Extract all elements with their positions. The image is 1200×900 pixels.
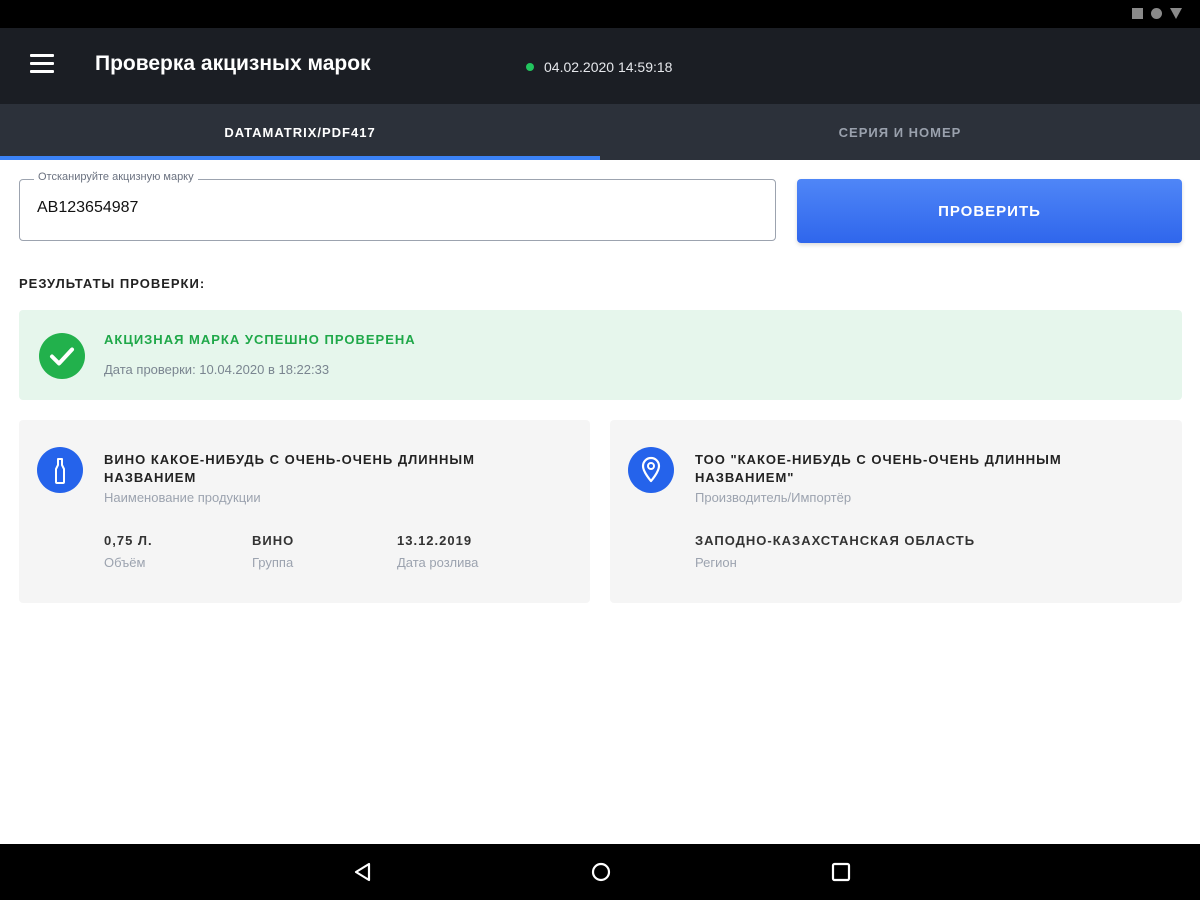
online-status-dot: [526, 63, 534, 71]
notification-icon: [1132, 8, 1143, 19]
product-group: ВИНО: [252, 533, 295, 548]
current-datetime: 04.02.2020 14:59:18: [544, 59, 673, 75]
product-name: ВИНО КАКОЕ-НИБУДЬ С ОЧЕНЬ-ОЧЕНЬ ДЛИННЫМ …: [104, 452, 475, 485]
location-pin-icon: [628, 447, 674, 493]
producer-region-label: Регион: [695, 555, 737, 570]
product-volume-label: Объём: [104, 555, 146, 570]
excise-stamp-field-label: Отсканируйте акцизную марку: [34, 171, 198, 183]
product-card: ВИНО КАКОЕ-НИБУДЬ С ОЧЕНЬ-ОЧЕНЬ ДЛИННЫМ …: [19, 420, 590, 603]
back-triangle-icon[interactable]: [351, 860, 375, 884]
success-panel: АКЦИЗНАЯ МАРКА УСПЕШНО ПРОВЕРЕНА Дата пр…: [19, 310, 1182, 400]
battery-icon: [1170, 8, 1182, 19]
signal-icon: [1151, 8, 1162, 19]
product-name-label: Наименование продукции: [104, 490, 261, 505]
app-bar: Проверка акцизных марок 04.02.2020 14:59…: [0, 28, 1200, 104]
system-status-bar: [0, 0, 1200, 28]
active-tab-indicator: [0, 156, 600, 160]
check-date: Дата проверки: 10.04.2020 в 18:22:33: [104, 362, 330, 377]
tab-bar: DATAMATRIX/PDF417 СЕРИЯ И НОМЕР: [0, 104, 1200, 160]
results-heading: РЕЗУЛЬТАТЫ ПРОВЕРКИ:: [19, 276, 206, 291]
success-status-title: АКЦИЗНАЯ МАРКА УСПЕШНО ПРОВЕРЕНА: [104, 332, 416, 347]
home-circle-icon[interactable]: [589, 860, 613, 884]
excise-stamp-input[interactable]: [37, 199, 737, 217]
app-title: Проверка акцизных марок: [95, 52, 371, 75]
bottling-date: 13.12.2019: [397, 533, 473, 548]
excise-stamp-field[interactable]: Отсканируйте акцизную марку: [19, 171, 776, 241]
producer-region: ЗАПОДНО-КАЗАХСТАНСКАЯ ОБЛАСТЬ: [695, 533, 976, 548]
bottling-date-label: Дата розлива: [397, 555, 479, 570]
producer-card: ТОО "КАКОЕ-НИБУДЬ С ОЧЕНЬ-ОЧЕНЬ ДЛИННЫМ …: [610, 420, 1182, 603]
producer-name-label: Производитель/Импортёр: [695, 490, 852, 505]
product-volume: 0,75 Л.: [104, 533, 153, 548]
producer-name: ТОО "КАКОЕ-НИБУДЬ С ОЧЕНЬ-ОЧЕНЬ ДЛИННЫМ …: [695, 452, 1062, 485]
bottle-icon: [37, 447, 83, 493]
menu-icon[interactable]: [30, 54, 54, 74]
check-circle-icon: [39, 333, 85, 379]
system-navigation-bar: [0, 844, 1200, 900]
recents-square-icon[interactable]: [829, 860, 853, 884]
tab-datamatrix[interactable]: DATAMATRIX/PDF417: [0, 104, 600, 160]
check-button[interactable]: ПРОВЕРИТЬ: [797, 179, 1182, 243]
product-group-label: Группа: [252, 555, 294, 570]
status-icons: [1132, 8, 1182, 19]
tab-series-number[interactable]: СЕРИЯ И НОМЕР: [600, 104, 1200, 160]
